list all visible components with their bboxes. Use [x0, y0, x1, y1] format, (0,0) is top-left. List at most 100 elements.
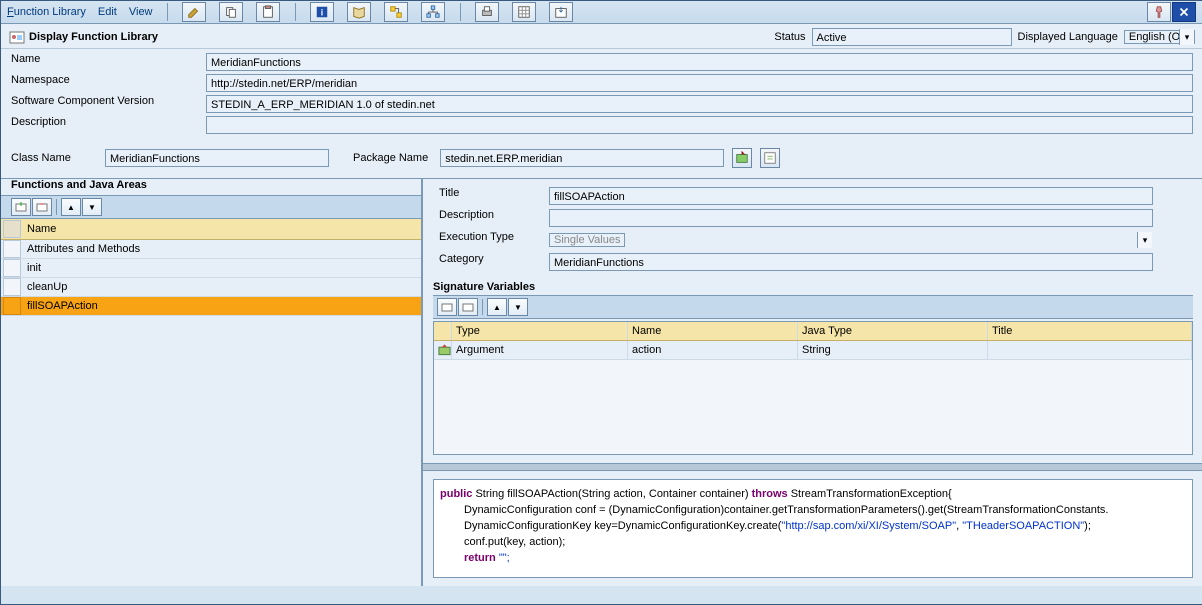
- kw-throws: throws: [752, 488, 788, 500]
- code-editor[interactable]: public String fillSOAPAction(String acti…: [433, 479, 1193, 578]
- code-line: DynamicConfiguration conf = (DynamicConf…: [440, 502, 1186, 518]
- sig-delete-button[interactable]: [458, 298, 478, 316]
- row-handle-icon: [3, 297, 21, 315]
- fn-cat-label: Category: [433, 253, 543, 271]
- tree-item-label: cleanUp: [23, 281, 67, 293]
- class-package-row: Class Name MeridianFunctions Package Nam…: [1, 142, 1202, 178]
- description-label: Description: [11, 116, 206, 134]
- toolbar-where-used-icon[interactable]: [384, 2, 408, 22]
- dropdown-arrow-icon[interactable]: ▾: [1179, 29, 1194, 45]
- functions-tree[interactable]: Attributes and Methods init cleanUp fillSOA…: [1, 240, 421, 586]
- page-title: Display Function Library: [29, 31, 158, 43]
- tree-item[interactable]: Attributes and Methods: [1, 240, 421, 259]
- tree-item[interactable]: cleanUp: [1, 278, 421, 297]
- menu-function-library[interactable]: FFunction Libraryunction Library: [7, 6, 86, 18]
- toolbar-close-icon[interactable]: [1172, 2, 1196, 22]
- fn-title-field: fillSOAPAction: [549, 187, 1153, 205]
- sig-col-type: Type: [452, 322, 628, 340]
- sig-empty-area: [434, 360, 1192, 454]
- archives-used-button[interactable]: [732, 148, 752, 168]
- split-container: Functions and Java Areas ▲ ▼ Name Attrib…: [1, 178, 1202, 586]
- object-form: Name MeridianFunctions Namespace http://…: [1, 49, 1202, 142]
- name-label: Name: [11, 53, 206, 71]
- fn-exec-label: Execution Type: [433, 231, 543, 249]
- functions-toolbar: ▲ ▼: [1, 195, 421, 219]
- tree-item[interactable]: fillSOAPAction: [1, 297, 421, 316]
- code-line: DynamicConfigurationKey key=DynamicConfi…: [440, 518, 1186, 534]
- header-bar: Display Function Library Status Active D…: [1, 24, 1202, 49]
- toolbar-export-icon[interactable]: [549, 2, 573, 22]
- fn-desc-label: Description: [433, 209, 543, 227]
- tree-item-label: Attributes and Methods: [23, 243, 140, 255]
- sig-title: [988, 341, 1192, 359]
- signature-table: Type Name Java Type Title Argumentaction…: [433, 321, 1193, 455]
- sig-java: String: [798, 341, 988, 359]
- toolbar-copy-icon[interactable]: [219, 2, 243, 22]
- menu-bar: FFunction Libraryunction Library Edit Vi…: [1, 1, 1202, 24]
- fn-exec-select[interactable]: Single Values: [549, 233, 625, 247]
- swcv-field: STEDIN_A_ERP_MERIDIAN 1.0 of stedin.net: [206, 95, 1193, 113]
- fn-desc-field: [549, 209, 1153, 227]
- namespace-label: Namespace: [11, 74, 206, 92]
- horizontal-splitter[interactable]: [423, 463, 1202, 471]
- move-down-button[interactable]: ▼: [82, 198, 102, 216]
- sig-col-name: Name: [628, 322, 798, 340]
- code-line: conf.put(key, action);: [440, 534, 1186, 550]
- toolbar-edit-icon[interactable]: [182, 2, 206, 22]
- row-handle-icon: [3, 278, 21, 296]
- dropdown-arrow-icon[interactable]: ▾: [1137, 232, 1152, 248]
- functions-title: Functions and Java Areas: [1, 179, 421, 195]
- tree-corner-icon: [3, 220, 21, 238]
- package-field: stedin.net.ERP.meridian: [440, 149, 724, 167]
- tree-column-name: Name: [23, 223, 56, 235]
- sig-row[interactable]: ArgumentactionString: [434, 341, 1192, 360]
- sig-move-down-button[interactable]: ▼: [508, 298, 528, 316]
- svg-text:i: i: [320, 8, 322, 18]
- menu-view[interactable]: View: [129, 6, 153, 18]
- sig-move-up-button[interactable]: ▲: [487, 298, 507, 316]
- add-row-button[interactable]: [11, 198, 31, 216]
- language-label: Displayed Language: [1012, 31, 1124, 43]
- fn-title-label: Title: [433, 187, 543, 205]
- import-instructions-button[interactable]: [760, 148, 780, 168]
- tree-item[interactable]: init: [1, 259, 421, 278]
- menu-edit[interactable]: Edit: [98, 6, 117, 18]
- kw-public: public: [440, 488, 472, 500]
- sig-col-title: Title: [988, 322, 1192, 340]
- code-line: return "";: [440, 550, 1186, 566]
- tree-item-label: fillSOAPAction: [23, 300, 98, 312]
- functions-pane: Functions and Java Areas ▲ ▼ Name Attrib…: [1, 179, 423, 586]
- toolbar-print-icon[interactable]: [475, 2, 499, 22]
- sig-row-icon: [434, 341, 452, 359]
- swcv-label: Software Component Version: [11, 95, 206, 113]
- toolbar-grid-icon[interactable]: [512, 2, 536, 22]
- tree-header: Name: [1, 219, 421, 240]
- sig-col-java: Java Type: [798, 322, 988, 340]
- classname-label: Class Name: [11, 152, 97, 164]
- detail-pane: Title fillSOAPAction Description Executi…: [423, 179, 1202, 586]
- signature-title: Signature Variables: [433, 281, 1193, 293]
- row-handle-icon: [3, 259, 21, 277]
- tree-item-label: init: [23, 262, 41, 274]
- fn-cat-field: MeridianFunctions: [549, 253, 1153, 271]
- function-library-icon: [9, 29, 25, 45]
- delete-row-button[interactable]: [32, 198, 52, 216]
- classname-field: MeridianFunctions: [105, 149, 329, 167]
- move-up-button[interactable]: ▲: [61, 198, 81, 216]
- function-form: Title fillSOAPAction Description Executi…: [433, 187, 1153, 271]
- sig-add-button[interactable]: [437, 298, 457, 316]
- sig-name: action: [628, 341, 798, 359]
- namespace-field: http://stedin.net/ERP/meridian: [206, 74, 1193, 92]
- toolbar-pin-icon[interactable]: [1147, 2, 1171, 22]
- description-field: [206, 116, 1193, 134]
- toolbar-paste-icon[interactable]: [256, 2, 280, 22]
- toolbar-info-icon[interactable]: i: [310, 2, 334, 22]
- sig-corner: [434, 322, 452, 340]
- package-label: Package Name: [347, 152, 434, 164]
- name-field: MeridianFunctions: [206, 53, 1193, 71]
- sig-type: Argument: [452, 341, 628, 359]
- status-label: Status: [768, 31, 811, 43]
- toolbar-hierarchy-icon[interactable]: [421, 2, 445, 22]
- toolbar-book-icon[interactable]: [347, 2, 371, 22]
- status-field: Active: [812, 28, 1012, 46]
